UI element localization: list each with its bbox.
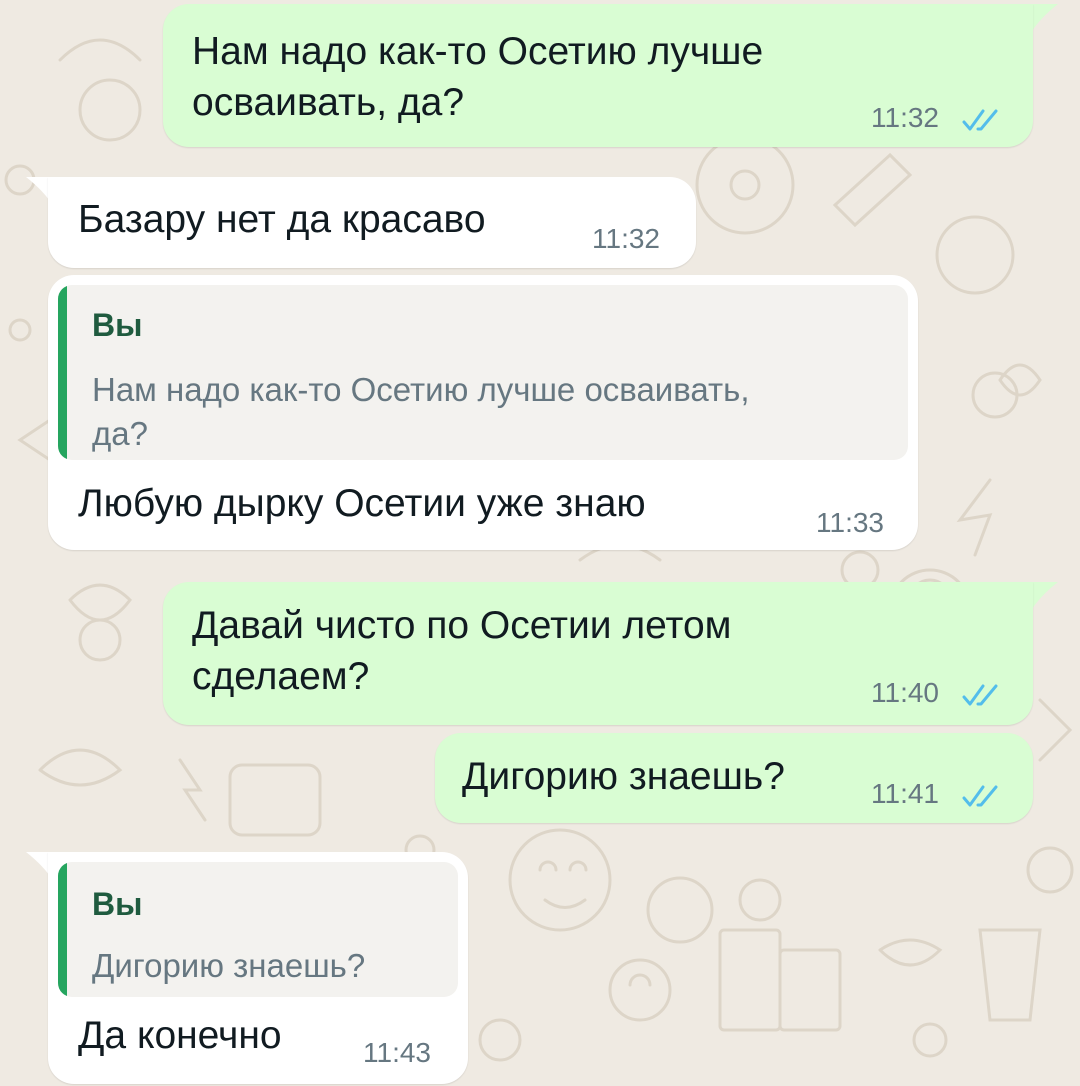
double-check-icon	[962, 684, 998, 706]
quote-accent-bar	[58, 862, 67, 997]
incoming-message[interactable]: Базару нет да красаво 11:32	[48, 177, 696, 268]
quote-text: Дигорию знаешь?	[92, 947, 366, 984]
message-text: Нам надо как-то Осетию лучше	[192, 30, 764, 73]
incoming-message[interactable]: Вы Нам надо как-то Осетию лучше осваиват…	[48, 275, 918, 550]
message-text: сделаем?	[192, 655, 370, 698]
message-time: 11:43	[363, 1037, 431, 1068]
message-time: 11:32	[871, 102, 939, 133]
outgoing-message[interactable]: Давай чисто по Осетии летом сделаем? 11:…	[163, 582, 1033, 725]
outgoing-message[interactable]: Дигорию знаешь? 11:41	[435, 733, 1033, 823]
double-check-icon	[962, 109, 998, 131]
double-check-icon	[962, 785, 998, 807]
quote-author: Вы	[92, 886, 143, 922]
quote-text: Нам надо как-то Осетию лучше осваивать,	[92, 371, 750, 408]
message-time: 11:41	[871, 778, 939, 809]
incoming-message[interactable]: Вы Дигорию знаешь? Да конечно 11:43	[48, 852, 468, 1084]
outgoing-message[interactable]: Нам надо как-то Осетию лучше осваивать, …	[163, 4, 1033, 147]
message-text: осваивать, да?	[192, 81, 465, 124]
message-time: 11:32	[592, 223, 660, 254]
quoted-reply[interactable]: Вы Нам надо как-то Осетию лучше осваиват…	[58, 285, 908, 460]
quoted-reply[interactable]: Вы Дигорию знаешь?	[58, 862, 458, 997]
message-text: Базару нет да красаво	[78, 198, 486, 241]
message-text: Давай чисто по Осетии летом	[192, 604, 732, 647]
quote-author: Вы	[92, 307, 143, 343]
message-text: Любую дырку Осетии уже знаю	[78, 482, 646, 525]
quote-accent-bar	[58, 285, 67, 460]
message-time: 11:40	[871, 677, 939, 708]
message-text: Да конечно	[78, 1014, 282, 1057]
message-time: 11:33	[816, 507, 884, 538]
quote-text: да?	[92, 415, 148, 452]
message-text: Дигорию знаешь?	[462, 755, 785, 798]
